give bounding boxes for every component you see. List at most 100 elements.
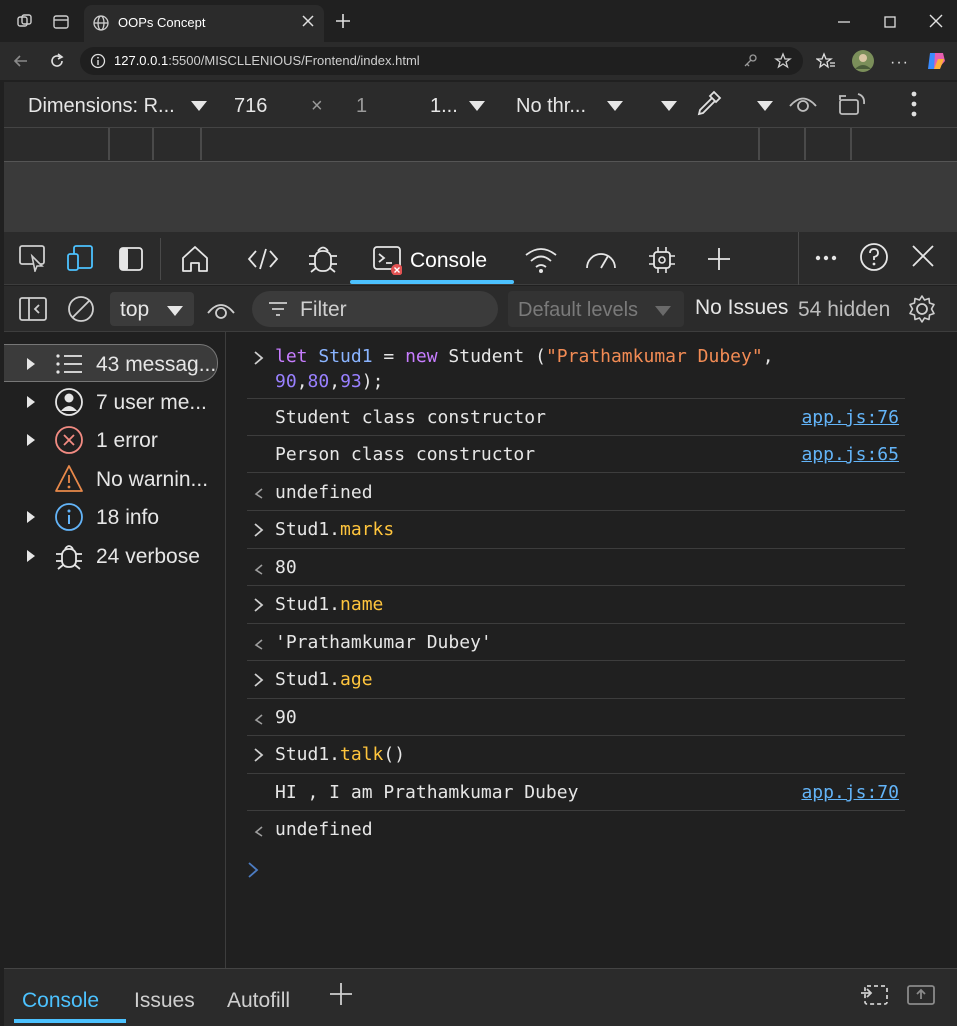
sidebar-item-errors[interactable]: 1 error <box>4 421 218 459</box>
network-icon[interactable] <box>524 246 558 274</box>
chevron-down-icon[interactable] <box>756 100 774 112</box>
log-levels-select[interactable]: Default levels <box>508 291 684 327</box>
console-command[interactable]: Stud1.name <box>247 586 905 624</box>
expand-arrow-icon[interactable] <box>26 549 36 563</box>
workspaces-icon[interactable] <box>16 13 34 31</box>
info-icon <box>54 502 84 532</box>
sidebar-item-verbose[interactable]: 24 verbose <box>4 537 218 575</box>
dimension-separator: × <box>311 95 323 117</box>
console-command[interactable]: Stud1.marks <box>247 511 905 549</box>
context-select[interactable]: top <box>110 292 194 326</box>
key-icon[interactable] <box>742 53 758 69</box>
hidden-count: 54 hidden <box>798 298 891 321</box>
drawer-tab-autofill[interactable]: Autofill <box>227 989 290 1013</box>
add-favorite-icon[interactable] <box>774 52 792 70</box>
memory-icon[interactable] <box>646 244 678 276</box>
address-bar[interactable]: 127.0.0.1:5500/MISCLLENIOUS/Frontend/ind… <box>80 47 803 75</box>
show-sidebar-icon[interactable] <box>18 295 48 323</box>
bug-icon[interactable] <box>306 242 340 274</box>
tab-console[interactable]: Console <box>410 249 487 273</box>
dimensions-select[interactable]: Dimensions: R... <box>28 95 175 118</box>
rotate-icon[interactable] <box>836 90 868 118</box>
dock-drawer-icon[interactable] <box>859 983 889 1007</box>
clear-console-icon[interactable] <box>66 294 96 324</box>
expand-arrow-icon[interactable] <box>26 395 36 409</box>
new-tab-icon[interactable] <box>334 12 352 30</box>
console-sidebar: 43 messag... 7 user me... 1 error No war… <box>4 332 226 968</box>
zoom-select[interactable]: 1... <box>430 95 458 118</box>
add-drawer-tab-icon[interactable] <box>328 981 354 1007</box>
more-icon[interactable]: ··· <box>890 54 909 72</box>
source-link[interactable]: app.js:65 <box>801 444 899 465</box>
eye-icon[interactable] <box>788 91 818 117</box>
close-drawer-icon[interactable] <box>906 983 936 1007</box>
console-command[interactable]: let Stud1 = new Student ("Prathamkumar D… <box>247 346 905 399</box>
console-result: 'Prathamkumar Dubey' <box>247 624 905 661</box>
log-message: HI , I am Prathamkumar Dubey <box>275 782 579 803</box>
throttle-select[interactable]: No thr... <box>516 95 586 118</box>
home-icon[interactable] <box>180 244 210 274</box>
chevron-down-icon[interactable] <box>190 100 208 112</box>
sidebar-item-user-messages[interactable]: 7 user me... <box>4 383 218 421</box>
log-message: Person class constructor <box>275 444 536 465</box>
drawer-tab-console[interactable]: Console <box>22 989 99 1013</box>
width-input[interactable]: 716 <box>234 95 267 118</box>
maximize-icon[interactable] <box>882 14 898 30</box>
console-prompt-input[interactable] <box>247 859 905 883</box>
avatar[interactable] <box>851 49 875 73</box>
site-info-icon[interactable] <box>90 53 106 69</box>
close-devtools-icon[interactable] <box>910 243 936 269</box>
expand-arrow-icon[interactable] <box>26 433 36 447</box>
performance-icon[interactable] <box>584 246 618 272</box>
result-value: undefined <box>275 819 373 840</box>
chevron-down-icon[interactable] <box>606 100 624 112</box>
result-value: undefined <box>275 482 373 503</box>
browser-tab[interactable]: OOPs Concept <box>84 5 324 42</box>
source-link[interactable]: app.js:76 <box>801 407 899 428</box>
chevron-down-icon[interactable] <box>660 100 678 112</box>
refresh-icon[interactable] <box>48 52 66 70</box>
filter-input[interactable]: Filter <box>252 291 498 327</box>
issues-counter[interactable]: No Issues <box>695 296 788 320</box>
warning-icon <box>54 464 84 494</box>
inspect-element-icon[interactable] <box>18 244 48 272</box>
device-toolbar: Dimensions: R... 716 × 1 1... No thr... <box>4 82 957 128</box>
settings-gear-icon[interactable] <box>906 293 938 325</box>
tab-actions-icon[interactable] <box>52 13 70 31</box>
back-icon[interactable] <box>12 52 30 70</box>
close-tab-icon[interactable] <box>300 13 316 29</box>
elements-icon[interactable] <box>246 246 280 272</box>
console-log-row: HI , I am Prathamkumar Dubey app.js:70 <box>247 774 905 811</box>
url-text: 127.0.0.1:5500/MISCLLENIOUS/Frontend/ind… <box>114 53 420 68</box>
sidebar-toggle-icon[interactable] <box>118 246 144 272</box>
help-icon[interactable] <box>859 242 889 272</box>
sidebar-item-warnings[interactable]: No warnin... <box>4 460 218 498</box>
device-emulation-icon[interactable] <box>66 244 96 272</box>
close-window-icon[interactable] <box>928 13 944 29</box>
console-command[interactable]: Stud1.age <box>247 661 905 699</box>
chevron-down-icon <box>166 305 184 317</box>
drawer-tabbar: Console Issues Autofill <box>4 968 957 1026</box>
console-tab-icon[interactable] <box>372 245 402 275</box>
customize-more-icon[interactable] <box>814 254 838 262</box>
return-arrow-icon <box>253 487 265 499</box>
drawer-tab-issues[interactable]: Issues <box>134 989 195 1013</box>
copilot-icon[interactable] <box>925 50 947 72</box>
expand-arrow-icon[interactable] <box>26 357 36 371</box>
sidebar-item-info[interactable]: 18 info <box>4 498 218 536</box>
more-tools-icon[interactable] <box>706 246 732 272</box>
minimize-icon[interactable] <box>836 14 852 30</box>
chevron-down-icon <box>654 305 672 317</box>
sidebar-item-messages[interactable]: 43 messag... <box>4 344 218 382</box>
emulated-viewport <box>4 162 957 232</box>
source-link[interactable]: app.js:70 <box>801 782 899 803</box>
eyedropper-icon[interactable] <box>694 88 724 118</box>
chevron-down-icon[interactable] <box>468 100 486 112</box>
height-input[interactable]: 1 <box>356 95 367 118</box>
more-vertical-icon[interactable] <box>910 90 918 118</box>
expand-arrow-icon[interactable] <box>26 510 36 524</box>
console-command[interactable]: Stud1.talk() <box>247 736 905 774</box>
favorites-icon[interactable] <box>816 52 836 70</box>
live-expression-icon[interactable] <box>206 299 236 321</box>
media-query-bar[interactable] <box>4 128 957 162</box>
